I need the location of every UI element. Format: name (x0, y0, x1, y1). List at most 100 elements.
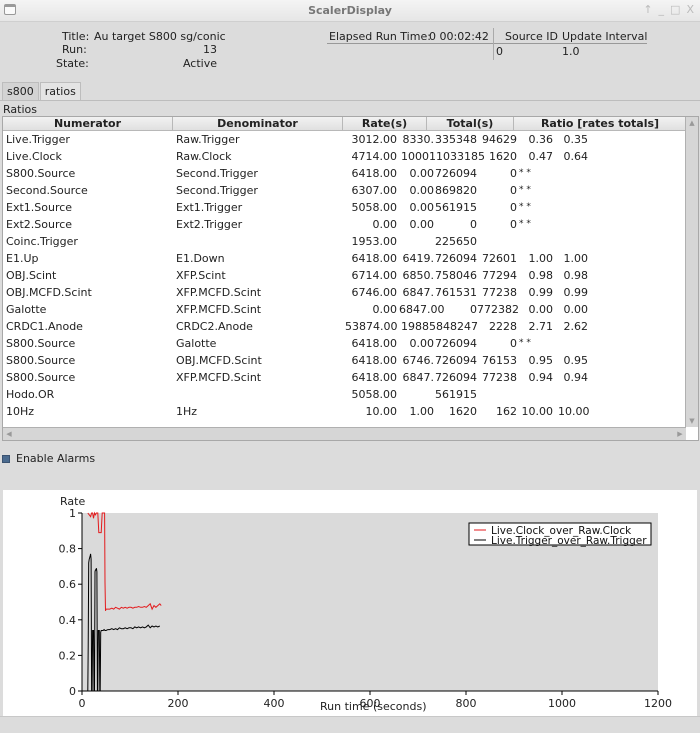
y-tick-label: 0.2 (59, 649, 77, 662)
cell-rate1: 3012.00 (351, 133, 398, 146)
minimize-icon[interactable]: _ (659, 3, 665, 16)
cell-num: S800.Source (6, 371, 76, 384)
cell-num: Ext1.Source (6, 201, 73, 214)
table-row[interactable]: Second.Source Second.Trigger 6307.00 0.00 86… (3, 182, 686, 199)
column-header-denominator[interactable]: Denominator (173, 117, 343, 130)
enable-alarms-checkbox[interactable]: Enable Alarms (2, 452, 95, 465)
cell-rate2: 19885848247 (401, 320, 478, 333)
tab-s800[interactable]: s800 (2, 82, 39, 100)
cell-den: Ext2.Trigger (176, 218, 243, 231)
cell-num: Second.Source (6, 184, 88, 197)
elapsed-value: 0 00:02:42 (429, 30, 489, 43)
cell-rate2: 6847.00 (399, 303, 445, 316)
cell-rate2: 6847. (402, 286, 435, 299)
update-interval-label: Update Interval (562, 30, 648, 43)
cell-rate1: 6418.00 (351, 167, 398, 180)
cell-num: Coinc.Trigger (6, 235, 78, 248)
table-row[interactable]: OBJ.Scint XFP.Scint 6714.00 6850. 758046 7729… (3, 267, 686, 284)
table-row[interactable]: Ext1.Source Ext1.Trigger 5058.00 0.00 561915… (3, 199, 686, 216)
column-header-totals[interactable]: Total(s) (427, 117, 514, 130)
keep-above-icon[interactable]: ↑ (643, 3, 652, 16)
source-id-value: 0 (496, 45, 503, 58)
state-value: Active (182, 57, 217, 70)
table-row[interactable]: S800.Source Second.Trigger 6418.00 0.00 7260… (3, 165, 686, 182)
cell-num: S800.Source (6, 337, 76, 350)
table-row[interactable]: Ext2.Source Ext2.Trigger 0.00 0.00 0 0 * * (3, 216, 686, 233)
close-icon[interactable]: X (686, 3, 694, 16)
table-row[interactable]: E1.Up E1.Down 6418.00 6419. 726094 72601 1.00 1… (3, 250, 686, 267)
cell-r2: 0.98 (563, 269, 589, 282)
cell-tot2: 72601 (482, 252, 517, 265)
column-header-numerator[interactable]: Numerator (3, 117, 173, 130)
status-bar (0, 716, 700, 733)
cell-rate2: 0.00 (409, 201, 435, 214)
cell-rate2: 1.00 (409, 405, 435, 418)
scroll-right-icon[interactable]: ▶ (675, 429, 685, 439)
x-axis-label: Run time (seconds) (320, 700, 426, 713)
run-label: Run: (62, 43, 87, 56)
x-tick-label: 1000 (548, 697, 576, 710)
cell-tot2: 0 (510, 337, 517, 350)
table-row[interactable]: Galotte XFP.MCFD.Scint 0.00 6847.00 0 772382 0… (3, 301, 686, 318)
horizontal-scrollbar[interactable]: ◀ ▶ (3, 427, 686, 440)
y-tick-label: 0.8 (59, 543, 77, 556)
cell-r1: 0.95 (528, 354, 554, 367)
cell-r1: 0.36 (528, 133, 554, 146)
cell-rate1: 6714.00 (351, 269, 398, 282)
cell-rate1: 5058.00 (351, 201, 398, 214)
rate-chart: 0 0.2 0.4 0.6 0.8 1 0 200 400 600 800 1000 1200 Rate R… (3, 490, 697, 716)
cell-num: Hodo.OR (6, 388, 55, 401)
cell-r2: 0.94 (563, 371, 589, 384)
window-titlebar: ScalerDisplay ↑ _ □ X (0, 0, 700, 22)
table-row[interactable]: Hodo.OR 5058.00 561915 (3, 386, 686, 403)
cell-tot1: 726094 (435, 371, 477, 384)
table-row[interactable]: OBJ.MCFD.Scint XFP.MCFD.Scint 6746.00 6847.… (3, 284, 686, 301)
tab-ratios[interactable]: ratios (39, 82, 81, 101)
vertical-scrollbar[interactable]: ▲ ▼ (685, 117, 698, 427)
cell-tot2: 76153 (482, 354, 517, 367)
table-row[interactable]: S800.Source XFP.MCFD.Scint 6418.00 6847. 726… (3, 369, 686, 386)
table-row[interactable]: Coinc.Trigger 1953.00 225650 (3, 233, 686, 250)
scroll-left-icon[interactable]: ◀ (4, 429, 14, 439)
checkbox-checked-icon[interactable] (2, 454, 10, 463)
cell-rate1: 6418.00 (351, 252, 398, 265)
table-row[interactable]: CRDC1.Anode CRDC2.Anode 53874.00 1988584824… (3, 318, 686, 335)
cell-tot1: 726094 (435, 252, 477, 265)
scroll-down-icon[interactable]: ▼ (687, 416, 697, 426)
cell-rate1: 0.00 (372, 218, 398, 231)
cell-num: 10Hz (6, 405, 35, 418)
cell-r1: 0.47 (528, 150, 554, 163)
cell-rate2: 0.00 (409, 218, 435, 231)
cell-rate2: 6847. (402, 371, 435, 384)
cell-tot1: 726094 (435, 337, 477, 350)
cell-rate2: 6746. (402, 354, 435, 367)
table-row[interactable]: S800.Source Galotte 6418.00 0.00 726094 0 * * (3, 335, 686, 352)
legend-entry: Live.Trigger_over_Raw.Trigger (491, 535, 647, 547)
table-row[interactable]: S800.Source OBJ.MCFD.Scint 6418.00 6746. 726… (3, 352, 686, 369)
cell-num: Live.Clock (6, 150, 62, 163)
scroll-up-icon[interactable]: ▲ (687, 118, 697, 128)
cell-tot1: 335348 (435, 133, 477, 146)
cell-r1: 0.00 (528, 303, 554, 316)
table-row[interactable]: Live.Trigger Raw.Trigger 3012.00 8330. 33534… (3, 131, 686, 148)
cell-tot2: 94629 (482, 133, 517, 146)
table-row[interactable]: 10Hz 1Hz 10.00 1.00 1620 162 10.00 10.00 (3, 403, 686, 420)
cell-tot2: 77238 (482, 371, 517, 384)
rate-chart-svg: 00.20.40.60.810 200 400 600 800 1000 1200RateR… (59, 495, 673, 713)
column-header-rates[interactable]: Rate(s) (343, 117, 427, 130)
table-body: Live.Trigger Raw.Trigger 3012.00 8330. 33534… (3, 131, 686, 420)
x-tick-label: 400 (264, 697, 285, 710)
cell-r1: * * (519, 338, 531, 348)
cell-tot2: 0 (510, 218, 517, 231)
table-row[interactable]: Live.Clock Raw.Clock 4714.00 100011033185 16… (3, 148, 686, 165)
cell-rate1: 0.00 (372, 303, 398, 316)
maximize-icon[interactable]: □ (670, 3, 680, 16)
cell-tot1: 761531 (435, 286, 477, 299)
cell-den: CRDC2.Anode (176, 320, 253, 333)
cell-r2: 0.00 (563, 303, 589, 316)
cell-tot2: 1620 (489, 150, 517, 163)
cell-r2: 10.00 (558, 405, 590, 418)
x-tick-label: 800 (456, 697, 477, 710)
column-header-ratio[interactable]: Ratio [rates totals] (514, 117, 686, 130)
cell-r1: 1.00 (528, 252, 554, 265)
